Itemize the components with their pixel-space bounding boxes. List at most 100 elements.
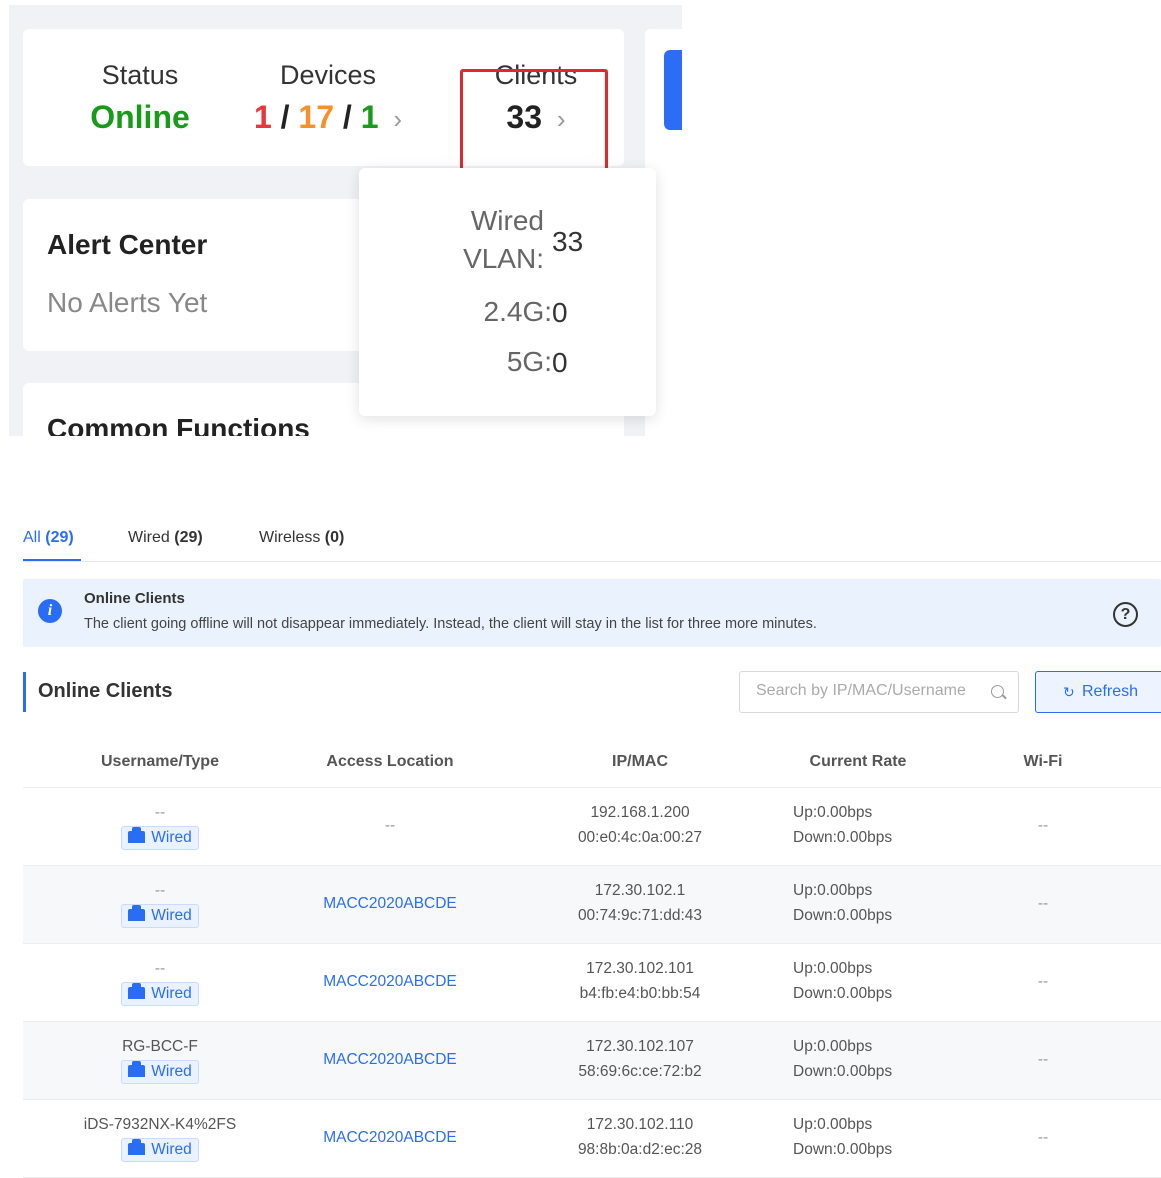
ip-address: 172.30.102.1 [594, 882, 686, 899]
wired-icon [128, 983, 146, 999]
ip-address: 192.168.1.200 [590, 804, 690, 821]
alert-center-title: Alert Center [47, 229, 208, 260]
status-label: Status [101, 60, 179, 90]
type-label: Wired [151, 1063, 192, 1080]
popover-24g-label: 2.4G: [483, 296, 552, 327]
mac-address: b4:fb:e4:b0:bb:54 [579, 985, 701, 1002]
mac-address: 98:8b:0a:d2:ec:28 [577, 1141, 703, 1158]
down-rate: Down:0.00bps [793, 829, 893, 846]
clients-highlight-box [460, 69, 608, 177]
col-ip-mac: IP/MAC [612, 753, 668, 770]
down-rate: Down:0.00bps [793, 1141, 893, 1158]
mac-address: 00:74:9c:71:dd:43 [577, 907, 703, 924]
search-field[interactable] [739, 671, 1019, 713]
mac-address: 58:69:6c:ce:72:b2 [578, 1063, 702, 1080]
clients-popover: Wired VLAN: 33 2.4G: 0 5G: 0 [359, 168, 656, 416]
status-value: Online [90, 99, 190, 135]
rate-cell: Up:0.00bps Down:0.00bps [793, 804, 933, 847]
client-tabs: All (29) Wired (29) Wireless (0) [23, 525, 1161, 562]
devices-count-alarm: 17 [298, 99, 335, 135]
access-location-link[interactable]: MACC2020ABCDE [290, 1051, 490, 1069]
popover-wired-value: 33 [552, 226, 584, 257]
tab-wireless-label: Wireless [259, 529, 321, 546]
rate-cell: Up:0.00bps Down:0.00bps [793, 882, 933, 925]
col-wifi: Wi-Fi [1023, 753, 1063, 770]
type-label: Wired [151, 829, 192, 846]
ip-mac-cell: 172.30.102.110 98:8b:0a:d2:ec:28 [540, 1116, 740, 1159]
clients-table: Username/Type Access Location IP/MAC Cur… [23, 738, 1161, 1178]
username: -- [154, 804, 166, 821]
wifi-cell: -- [1037, 817, 1049, 834]
chevron-right-icon[interactable]: › [393, 104, 402, 134]
ip-mac-cell: 172.30.102.107 58:69:6c:ce:72:b2 [540, 1038, 740, 1081]
tab-wired-count: (29) [174, 529, 203, 546]
tab-wired-label: Wired [128, 529, 170, 546]
tab-all[interactable]: All (29) [23, 529, 74, 547]
tab-all-count: (29) [45, 529, 74, 546]
section-title: Online Clients [38, 680, 173, 702]
table-row: -- Wired -- 192.168.1.200 00:e0:4c:0a:00… [23, 788, 1161, 866]
col-access-location: Access Location [326, 753, 454, 770]
search-icon[interactable] [991, 685, 1004, 698]
wired-badge: Wired [121, 982, 199, 1006]
devices-sep-1: / [280, 99, 290, 135]
wired-badge: Wired [121, 1138, 199, 1162]
up-rate: Up:0.00bps [793, 804, 873, 821]
devices-count-online: 1 [360, 99, 379, 135]
active-tab-underline [23, 559, 81, 561]
info-title: Online Clients [84, 590, 185, 607]
tab-wired[interactable]: Wired (29) [128, 529, 203, 547]
wired-badge: Wired [121, 904, 199, 928]
access-location-link[interactable]: MACC2020ABCDE [290, 1129, 490, 1147]
type-label: Wired [151, 907, 192, 924]
help-icon[interactable]: ? [1113, 602, 1138, 627]
table-row: -- Wired MACC2020ABCDE 172.30.102.101 b4… [23, 944, 1161, 1022]
type-label: Wired [151, 985, 192, 1002]
dashboard-crop: Status Online Devices 1 / 17 / 1 › Clien… [9, 5, 682, 436]
wired-icon [128, 1139, 146, 1155]
wifi-cell: -- [1037, 1051, 1049, 1068]
access-location-link[interactable]: MACC2020ABCDE [290, 895, 490, 913]
down-rate: Down:0.00bps [793, 907, 893, 924]
devices-count-offline: 1 [253, 99, 272, 135]
devices-value[interactable]: 1 / 17 / 1 › [223, 93, 433, 143]
popover-24g-value: 0 [552, 297, 568, 328]
down-rate: Down:0.00bps [793, 1063, 893, 1080]
popover-5g-value: 0 [552, 347, 568, 378]
col-current-rate: Current Rate [809, 753, 907, 770]
up-rate: Up:0.00bps [793, 1116, 873, 1133]
ip-mac-cell: 192.168.1.200 00:e0:4c:0a:00:27 [540, 804, 740, 847]
rate-cell: Up:0.00bps Down:0.00bps [793, 1116, 933, 1159]
rate-cell: Up:0.00bps Down:0.00bps [793, 1038, 933, 1081]
ip-mac-cell: 172.30.102.101 b4:fb:e4:b0:bb:54 [540, 960, 740, 1003]
alert-center-subtitle: No Alerts Yet [47, 287, 208, 318]
wired-icon [128, 1061, 146, 1077]
tab-wireless[interactable]: Wireless (0) [259, 529, 344, 547]
ip-mac-cell: 172.30.102.1 00:74:9c:71:dd:43 [540, 882, 740, 925]
rate-cell: Up:0.00bps Down:0.00bps [793, 960, 933, 1003]
devices-stat[interactable]: Devices 1 / 17 / 1 › [223, 57, 433, 143]
devices-sep-2: / [342, 99, 352, 135]
username-cell: iDS-7932NX-K4%2FS Wired [60, 1116, 260, 1162]
wifi-cell: -- [1037, 895, 1049, 912]
info-icon: i [38, 599, 62, 623]
ip-address: 172.30.102.101 [586, 960, 694, 977]
search-input[interactable] [756, 682, 988, 700]
wired-icon [128, 827, 146, 843]
access-location-link[interactable]: MACC2020ABCDE [290, 973, 490, 991]
table-row: RG-BCC-F Wired MACC2020ABCDE 172.30.102.… [23, 1022, 1161, 1100]
ip-address: 172.30.102.110 [586, 1116, 694, 1133]
up-rate: Up:0.00bps [793, 882, 873, 899]
info-banner: i Online Clients The client going offlin… [23, 579, 1161, 647]
type-label: Wired [151, 1141, 192, 1158]
table-row: iDS-7932NX-K4%2FS Wired MACC2020ABCDE 17… [23, 1100, 1161, 1178]
refresh-button[interactable]: ↻ Refresh [1035, 671, 1161, 713]
blue-action-edge[interactable] [664, 50, 682, 130]
popover-5g-label: 5G: [506, 346, 552, 377]
up-rate: Up:0.00bps [793, 960, 873, 977]
section-accent-bar [23, 672, 26, 712]
up-rate: Up:0.00bps [793, 1038, 873, 1055]
refresh-label: Refresh [1082, 683, 1139, 700]
common-functions-title: Common Functions [47, 413, 310, 436]
username-cell: RG-BCC-F Wired [60, 1038, 260, 1084]
